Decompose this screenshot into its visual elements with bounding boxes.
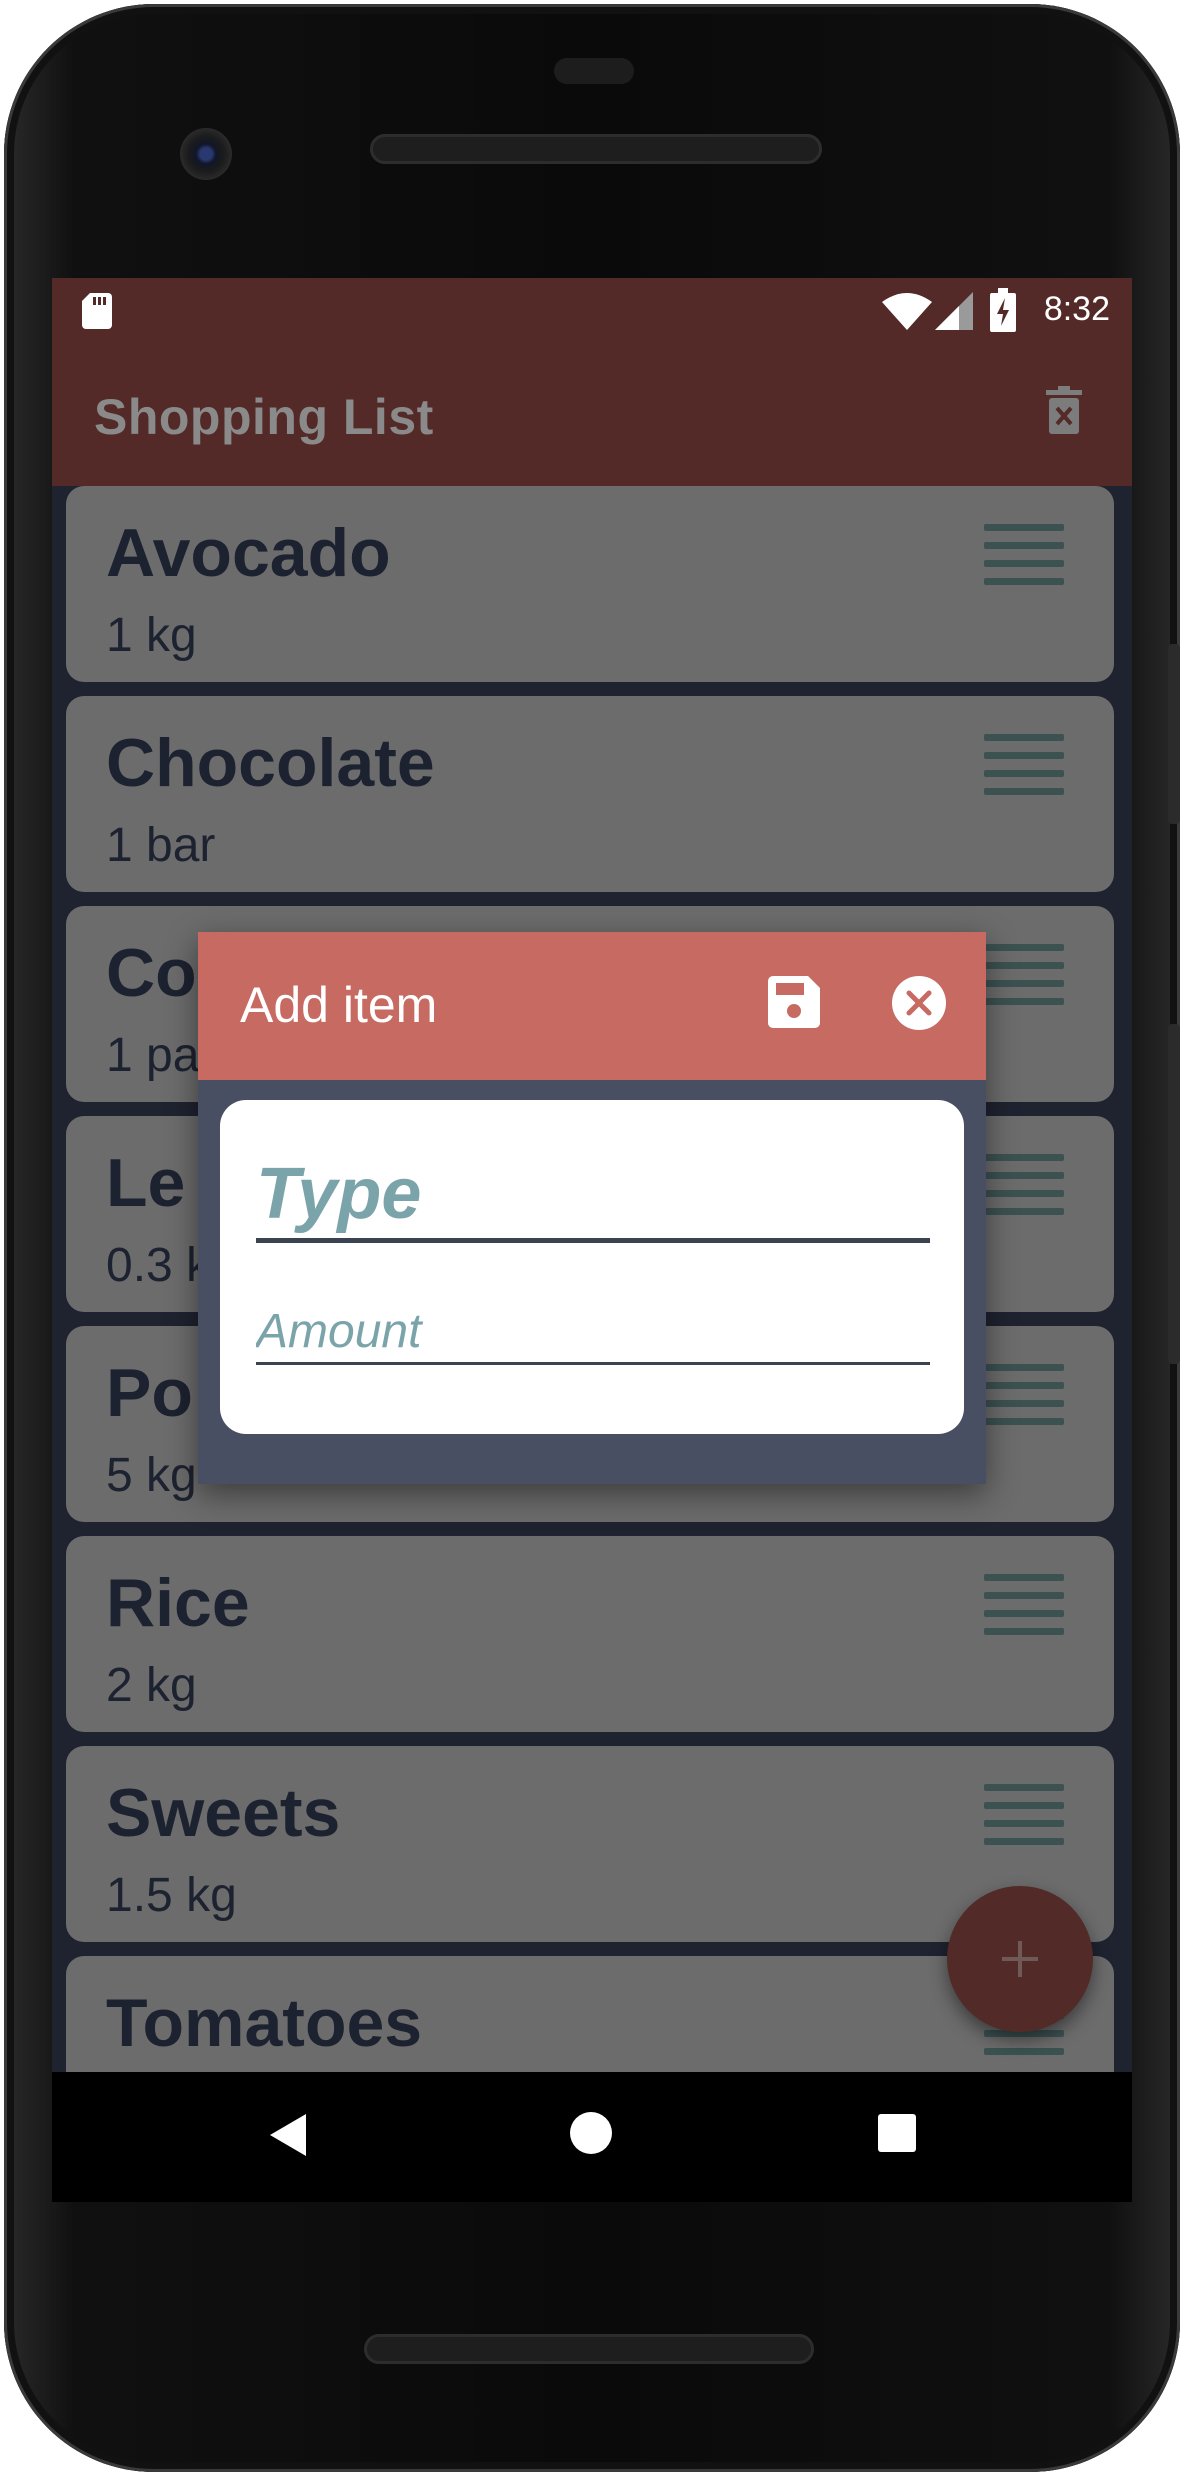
item-amount: 5 kg	[106, 1449, 197, 1502]
item-name: Chocolate	[106, 725, 435, 801]
amount-input[interactable]	[256, 1300, 930, 1365]
list-item[interactable]: Chocolate 1 bar	[66, 696, 1114, 892]
list-item[interactable]: Rice 2 kg	[66, 1536, 1114, 1732]
list-item[interactable]: Sweets 1.5 kg	[66, 1746, 1114, 1942]
app-bar: Shopping List	[52, 344, 1132, 486]
dialog-body	[220, 1100, 964, 1434]
battery-charging-icon	[990, 288, 1016, 332]
item-amount: 0.3 k	[106, 1239, 211, 1292]
floppy-disk-icon[interactable]	[768, 976, 820, 1028]
status-bar: 8:32	[52, 278, 1132, 344]
sd-card-icon	[82, 293, 112, 329]
item-amount: 1 pa	[106, 1029, 200, 1082]
item-name: Tomatoes	[106, 1985, 423, 2061]
item-name: Co	[106, 935, 197, 1011]
bottom-speaker-grille	[364, 2334, 814, 2364]
add-item-fab[interactable]	[947, 1886, 1093, 2032]
drag-handle-icon[interactable]	[984, 1784, 1064, 1845]
item-name: Rice	[106, 1565, 250, 1641]
trash-icon[interactable]	[1046, 386, 1082, 434]
power-button	[1168, 1024, 1180, 1364]
add-item-dialog: Add item	[198, 932, 986, 1484]
back-icon[interactable]	[270, 2114, 306, 2156]
front-camera	[180, 128, 232, 180]
cell-signal-icon	[935, 292, 973, 330]
item-amount: 1 kg	[106, 609, 197, 662]
item-name: Sweets	[106, 1775, 341, 1851]
drag-handle-icon[interactable]	[984, 944, 1064, 1005]
wifi-icon	[882, 293, 932, 330]
home-icon[interactable]	[570, 2112, 612, 2154]
dialog-header: Add item	[198, 932, 986, 1080]
item-name: Avocado	[106, 515, 391, 591]
drag-handle-icon[interactable]	[984, 1364, 1064, 1425]
item-name: Po	[106, 1355, 193, 1431]
plus-icon	[1002, 1941, 1038, 1977]
volume-button	[1168, 644, 1180, 824]
list-item[interactable]: Avocado 1 kg	[66, 486, 1114, 682]
status-time: 8:32	[1043, 290, 1110, 328]
recent-apps-icon[interactable]	[878, 2114, 916, 2152]
item-amount: 1.5 kg	[106, 1869, 237, 1922]
close-circle-icon[interactable]	[892, 976, 946, 1030]
drag-handle-icon[interactable]	[984, 1574, 1064, 1635]
dialog-title: Add item	[240, 977, 438, 1033]
screen: 8:32 Shopping List Avocado 1 kg Chocolat…	[52, 278, 1132, 2072]
earpiece-slot	[554, 58, 634, 84]
item-amount: 2 kg	[106, 1659, 197, 1712]
drag-handle-icon[interactable]	[984, 1154, 1064, 1215]
item-name: Le	[106, 1145, 186, 1221]
drag-handle-icon[interactable]	[984, 734, 1064, 795]
app-title: Shopping List	[94, 389, 434, 445]
drag-handle-icon[interactable]	[984, 524, 1064, 585]
top-speaker-grille	[370, 134, 822, 164]
navigation-bar	[52, 2072, 1132, 2202]
item-amount: 1 bar	[106, 819, 216, 872]
type-input[interactable]	[256, 1150, 930, 1243]
